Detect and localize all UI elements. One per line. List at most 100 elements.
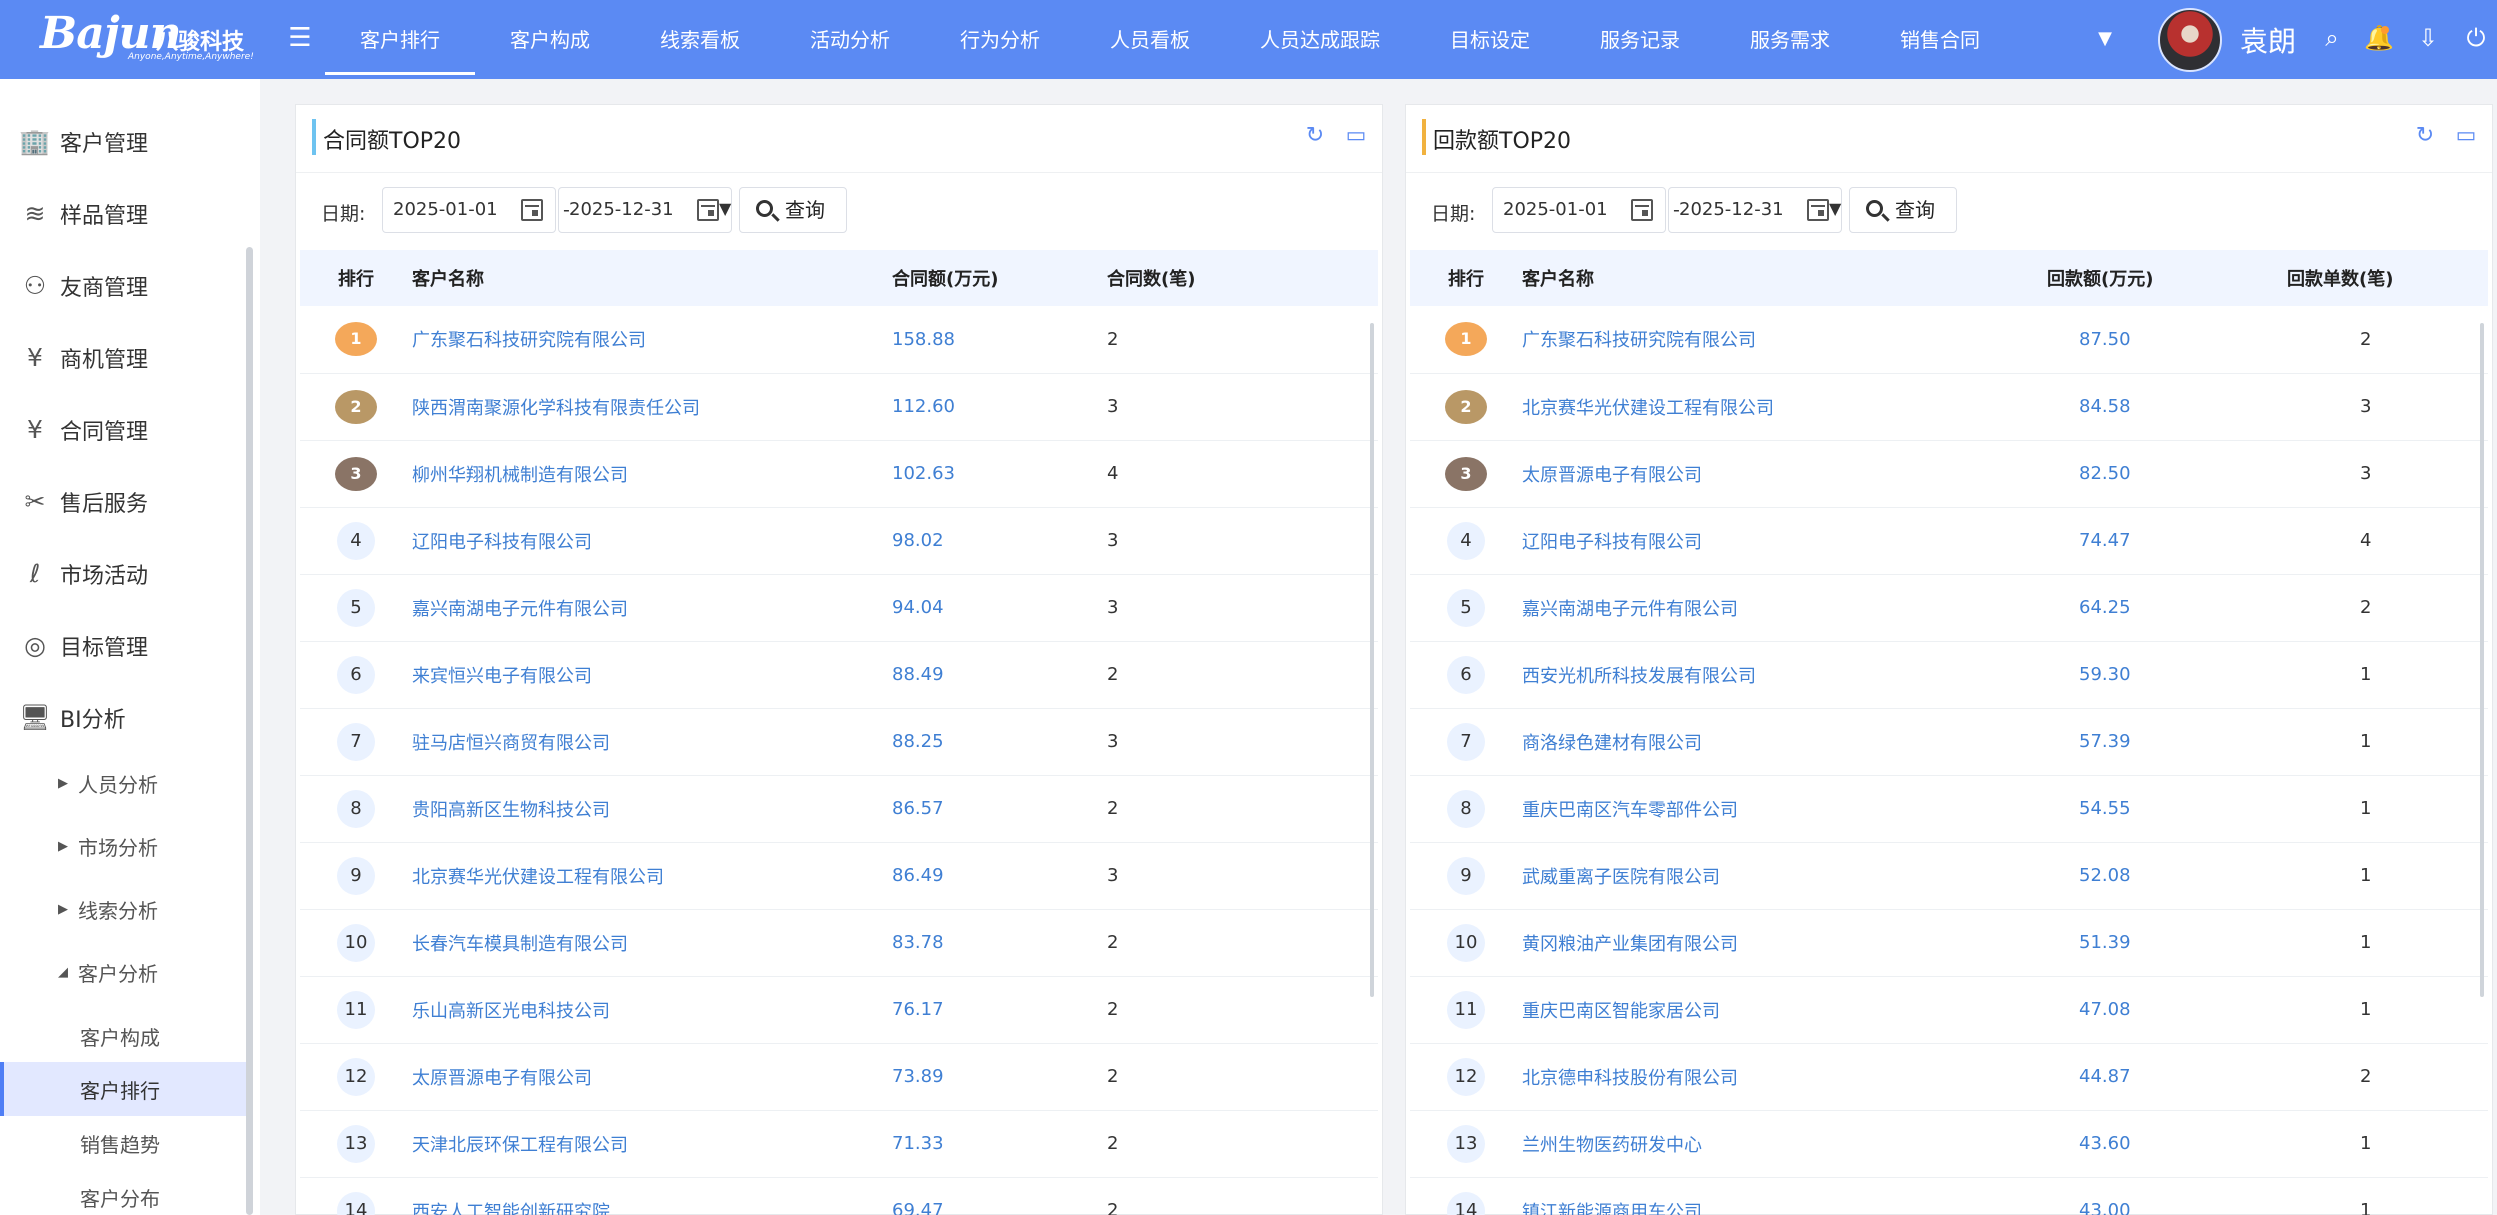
customer-name-link[interactable]: 辽阳电子科技有限公司: [1522, 507, 2047, 575]
sidebar-leaf-1[interactable]: 客户排行: [0, 1062, 246, 1116]
customer-name-link[interactable]: 柳州华翔机械制造有限公司: [412, 440, 892, 508]
nav-tab-2[interactable]: 线索看板: [625, 0, 775, 79]
refresh-icon[interactable]: ↻: [2412, 123, 2438, 149]
customer-name-link[interactable]: 来宾恒兴电子有限公司: [412, 641, 892, 709]
table-row[interactable]: 3 柳州华翔机械制造有限公司 102.63 4: [300, 440, 1378, 508]
table-row[interactable]: 10 长春汽车模具制造有限公司 83.78 2: [300, 909, 1378, 977]
customer-name-link[interactable]: 西安人工智能创新研究院: [412, 1177, 892, 1215]
sidebar-item-0[interactable]: 🏢 客户管理: [0, 110, 246, 174]
amount-cell[interactable]: 86.57: [892, 775, 1107, 843]
avatar[interactable]: [2158, 8, 2222, 72]
customer-name-link[interactable]: 贵阳高新区生物科技公司: [412, 775, 892, 843]
amount-cell[interactable]: 71.33: [892, 1110, 1107, 1178]
end-date-input[interactable]: 2025-12-31: [558, 187, 732, 233]
table-row[interactable]: 13 天津北辰环保工程有限公司 71.33 2: [300, 1110, 1378, 1178]
amount-cell[interactable]: 87.50: [2047, 306, 2287, 374]
username[interactable]: 袁朗: [2240, 20, 2296, 60]
customer-name-link[interactable]: 北京赛华光伏建设工程有限公司: [412, 842, 892, 910]
maximize-icon[interactable]: ▭: [1343, 123, 1369, 149]
search-icon[interactable]: ⌕: [2316, 22, 2348, 54]
customer-name-link[interactable]: 商洛绿色建材有限公司: [1522, 708, 2047, 776]
table-row[interactable]: 8 重庆巴南区汽车零部件公司 54.55 1: [1410, 775, 2488, 843]
amount-cell[interactable]: 112.60: [892, 373, 1107, 441]
sidebar-item-3[interactable]: ¥ 商机管理: [0, 326, 246, 390]
column-header[interactable]: 客户名称: [1522, 250, 2047, 306]
amount-cell[interactable]: 86.49: [892, 842, 1107, 910]
nav-tab-3[interactable]: 活动分析: [775, 0, 925, 79]
download-icon[interactable]: ⇩: [2412, 22, 2444, 54]
calendar-icon[interactable]: [521, 199, 543, 221]
sidebar-scrollbar[interactable]: [246, 247, 253, 1215]
amount-cell[interactable]: 84.58: [2047, 373, 2287, 441]
column-header[interactable]: 回款单数(笔): [2287, 250, 2488, 306]
table-row[interactable]: 12 太原晋源电子有限公司 73.89 2: [300, 1043, 1378, 1111]
start-date-input[interactable]: 2025-01-01: [1492, 187, 1666, 233]
amount-cell[interactable]: 43.60: [2047, 1110, 2287, 1178]
nav-tab-4[interactable]: 行为分析: [925, 0, 1075, 79]
customer-name-link[interactable]: 嘉兴南湖电子元件有限公司: [1522, 574, 2047, 642]
amount-cell[interactable]: 94.04: [892, 574, 1107, 642]
table-row[interactable]: 4 辽阳电子科技有限公司 98.02 3: [300, 507, 1378, 575]
customer-name-link[interactable]: 北京赛华光伏建设工程有限公司: [1522, 373, 2047, 441]
sidebar-item-8[interactable]: 🖥 BI分析: [0, 686, 246, 750]
column-header[interactable]: 回款额(万元): [2047, 250, 2287, 306]
nav-tab-10[interactable]: 销售合同: [1865, 0, 2015, 79]
table-row[interactable]: 6 来宾恒兴电子有限公司 88.49 2: [300, 641, 1378, 709]
customer-name-link[interactable]: 镇江新能源商用车公司: [1522, 1177, 2047, 1215]
nav-tab-9[interactable]: 服务需求: [1715, 0, 1865, 79]
customer-name-link[interactable]: 天津北辰环保工程有限公司: [412, 1110, 892, 1178]
nav-tab-7[interactable]: 目标设定: [1415, 0, 1565, 79]
customer-name-link[interactable]: 太原晋源电子有限公司: [1522, 440, 2047, 508]
table-scrollbar[interactable]: [2480, 323, 2484, 997]
table-scrollbar[interactable]: [1370, 323, 1374, 997]
amount-cell[interactable]: 47.08: [2047, 976, 2287, 1044]
more-dropdown-icon[interactable]: ▼: [2094, 28, 2116, 50]
sidebar-leaf-3[interactable]: 客户分布: [0, 1170, 246, 1215]
table-row[interactable]: 2 陕西渭南聚源化学科技有限责任公司 112.60 3: [300, 373, 1378, 441]
nav-tab-6[interactable]: 人员达成跟踪: [1225, 0, 1415, 79]
table-row[interactable]: 9 武威重离子医院有限公司 52.08 1: [1410, 842, 2488, 910]
amount-cell[interactable]: 83.78: [892, 909, 1107, 977]
customer-name-link[interactable]: 驻马店恒兴商贸有限公司: [412, 708, 892, 776]
table-row[interactable]: 14 镇江新能源商用车公司 43.00 1: [1410, 1177, 2488, 1215]
customer-name-link[interactable]: 长春汽车模具制造有限公司: [412, 909, 892, 977]
query-button[interactable]: 查询: [739, 187, 847, 233]
column-header[interactable]: 合同数(笔): [1107, 250, 1378, 306]
start-date-input[interactable]: 2025-01-01: [382, 187, 556, 233]
customer-name-link[interactable]: 兰州生物医药研发中心: [1522, 1110, 2047, 1178]
customer-name-link[interactable]: 太原晋源电子有限公司: [412, 1043, 892, 1111]
table-row[interactable]: 4 辽阳电子科技有限公司 74.47 4: [1410, 507, 2488, 575]
nav-tab-1[interactable]: 客户构成: [475, 0, 625, 79]
sidebar-item-4[interactable]: ¥ 合同管理: [0, 398, 246, 462]
customer-name-link[interactable]: 西安光机所科技发展有限公司: [1522, 641, 2047, 709]
amount-cell[interactable]: 54.55: [2047, 775, 2287, 843]
sidebar-item-1[interactable]: ≋ 样品管理: [0, 182, 246, 246]
sidebar-leaf-0[interactable]: 客户构成: [0, 1009, 246, 1063]
customer-name-link[interactable]: 重庆巴南区智能家居公司: [1522, 976, 2047, 1044]
column-header[interactable]: 客户名称: [412, 250, 892, 306]
table-row[interactable]: 6 西安光机所科技发展有限公司 59.30 1: [1410, 641, 2488, 709]
bell-icon[interactable]: 🔔: [2363, 22, 2395, 54]
amount-cell[interactable]: 88.49: [892, 641, 1107, 709]
sidebar-item-2[interactable]: ⚇ 友商管理: [0, 254, 246, 318]
amount-cell[interactable]: 44.87: [2047, 1043, 2287, 1111]
amount-cell[interactable]: 74.47: [2047, 507, 2287, 575]
amount-cell[interactable]: 52.08: [2047, 842, 2287, 910]
amount-cell[interactable]: 57.39: [2047, 708, 2287, 776]
amount-cell[interactable]: 51.39: [2047, 909, 2287, 977]
amount-cell[interactable]: 64.25: [2047, 574, 2287, 642]
refresh-icon[interactable]: ↻: [1302, 123, 1328, 149]
customer-name-link[interactable]: 陕西渭南聚源化学科技有限责任公司: [412, 373, 892, 441]
customer-name-link[interactable]: 辽阳电子科技有限公司: [412, 507, 892, 575]
sidebar-item-7[interactable]: ◎ 目标管理: [0, 614, 246, 678]
table-row[interactable]: 5 嘉兴南湖电子元件有限公司 94.04 3: [300, 574, 1378, 642]
customer-name-link[interactable]: 嘉兴南湖电子元件有限公司: [412, 574, 892, 642]
nav-tab-5[interactable]: 人员看板: [1075, 0, 1225, 79]
table-row[interactable]: 2 北京赛华光伏建设工程有限公司 84.58 3: [1410, 373, 2488, 441]
sidebar-subitem-3[interactable]: ◢ 客户分析: [0, 945, 246, 999]
amount-cell[interactable]: 43.00: [2047, 1177, 2287, 1215]
power-icon[interactable]: ⏻: [2460, 22, 2492, 54]
end-date-input[interactable]: 2025-12-31: [1668, 187, 1842, 233]
table-row[interactable]: 11 重庆巴南区智能家居公司 47.08 1: [1410, 976, 2488, 1044]
table-row[interactable]: 14 西安人工智能创新研究院 69.47 2: [300, 1177, 1378, 1215]
